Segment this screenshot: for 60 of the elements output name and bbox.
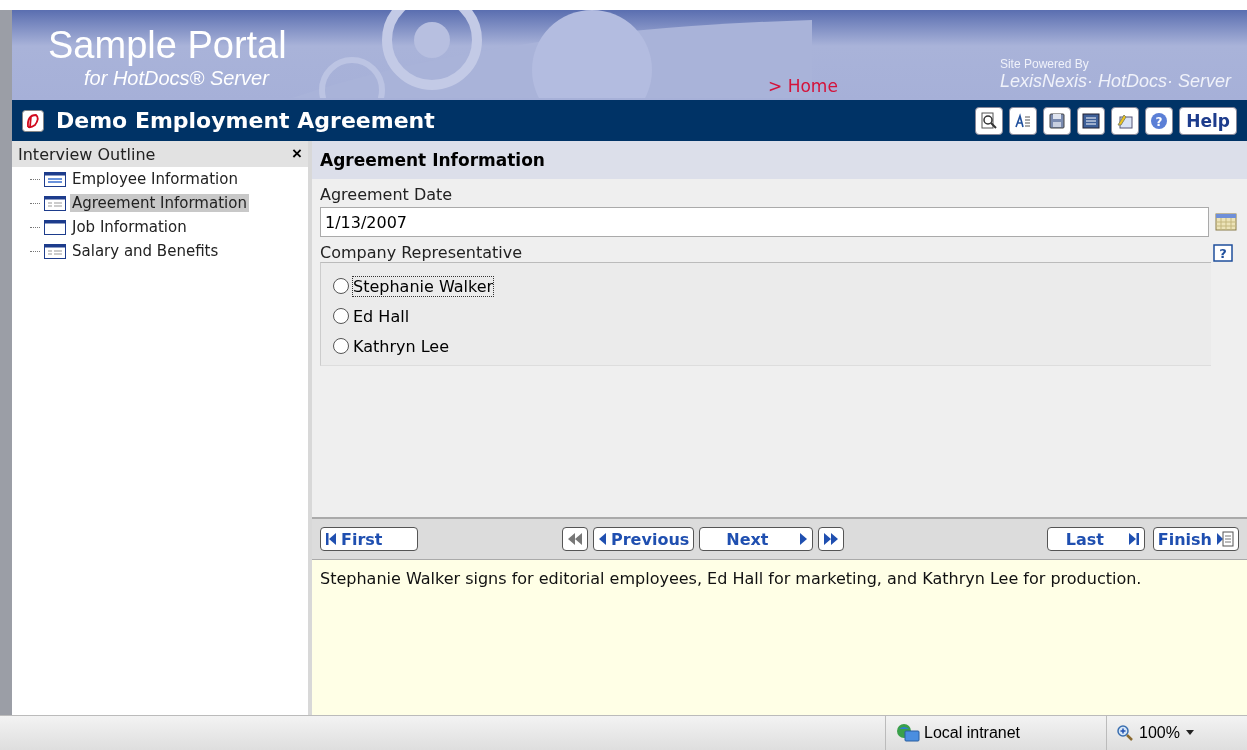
save-tool-button[interactable] [1043, 106, 1072, 135]
page-icon [44, 195, 66, 211]
page-icon [44, 171, 66, 187]
group-label: Company Representative [320, 243, 523, 262]
format-tool-button[interactable] [1009, 106, 1038, 135]
skip-end-icon [1127, 532, 1140, 546]
portal-title: Sample Portal [48, 23, 288, 67]
next-button[interactable]: Next [699, 527, 814, 551]
help-button[interactable]: Help [1179, 106, 1237, 135]
help-tool-button[interactable]: ? [1145, 106, 1174, 135]
radio-button[interactable] [333, 338, 349, 354]
calendar-icon[interactable] [1215, 212, 1237, 232]
left-triangle-icon [598, 532, 607, 546]
right-triangle-icon [799, 532, 809, 546]
powered-by-label: Site Powered By [999, 57, 1090, 71]
question-mark: ? [1155, 114, 1163, 128]
finish-document-icon [1216, 531, 1234, 547]
fast-forward-icon [823, 532, 840, 546]
zoom-icon [1117, 725, 1133, 741]
help-text: Stephanie Walker signs for editorial employees, Ed Hall for marketing, and Kathryn Lee for production. [320, 568, 1143, 589]
document-logo-icon [22, 109, 44, 132]
radio-button[interactable] [333, 278, 349, 294]
rewind-button[interactable] [562, 527, 588, 551]
outline-item[interactable]: Agreement Information [70, 194, 249, 212]
outline-item[interactable]: Salary and Benefits [70, 242, 221, 260]
outline-title: Interview Outline [18, 144, 156, 164]
powered-brand: LexisNexis· HotDocs· Server [999, 71, 1231, 92]
radio-button[interactable] [333, 308, 349, 324]
date-field[interactable]: 1/13/2007 [320, 207, 1209, 237]
preview-tool-button[interactable] [975, 106, 1004, 135]
first-button[interactable]: First [320, 527, 418, 551]
magnifier-page-icon [980, 111, 999, 130]
forward-button[interactable] [818, 527, 845, 551]
field-label: Agreement Date [320, 185, 454, 204]
edit-tool-button[interactable] [1111, 106, 1140, 135]
skip-start-icon [325, 532, 337, 546]
help-icon[interactable]: ? [1213, 244, 1233, 262]
network-computer-icon [896, 723, 920, 743]
previous-button[interactable]: Previous [593, 527, 695, 551]
radio-label[interactable]: Stephanie Walker [353, 276, 494, 296]
close-button[interactable]: × [292, 144, 302, 164]
dialog-title: Agreement Information [312, 141, 1247, 179]
outline-item[interactable]: Job Information [70, 218, 189, 236]
zone-label: Local intranet [924, 724, 1021, 742]
finish-button[interactable]: Finish [1152, 527, 1239, 551]
radio-label[interactable]: Kathryn Lee [353, 336, 450, 356]
outline-item[interactable]: Employee Information [70, 170, 240, 188]
last-button[interactable]: Last [1046, 527, 1145, 551]
document-title: Demo Employment Agreement [56, 108, 435, 133]
page-icon [44, 219, 66, 235]
portal-subtitle: for HotDocs® Server [83, 67, 271, 90]
save-icon [1048, 111, 1067, 130]
page-icon [44, 243, 66, 259]
radio-label[interactable]: Ed Hall [353, 306, 410, 326]
zoom-level[interactable]: 100% [1139, 724, 1180, 742]
dropdown-arrow-icon[interactable] [1185, 730, 1194, 736]
question-mark: ? [1219, 246, 1227, 261]
list-icon [1082, 111, 1101, 130]
rewind-icon [567, 532, 583, 546]
list-tool-button[interactable] [1077, 106, 1106, 135]
